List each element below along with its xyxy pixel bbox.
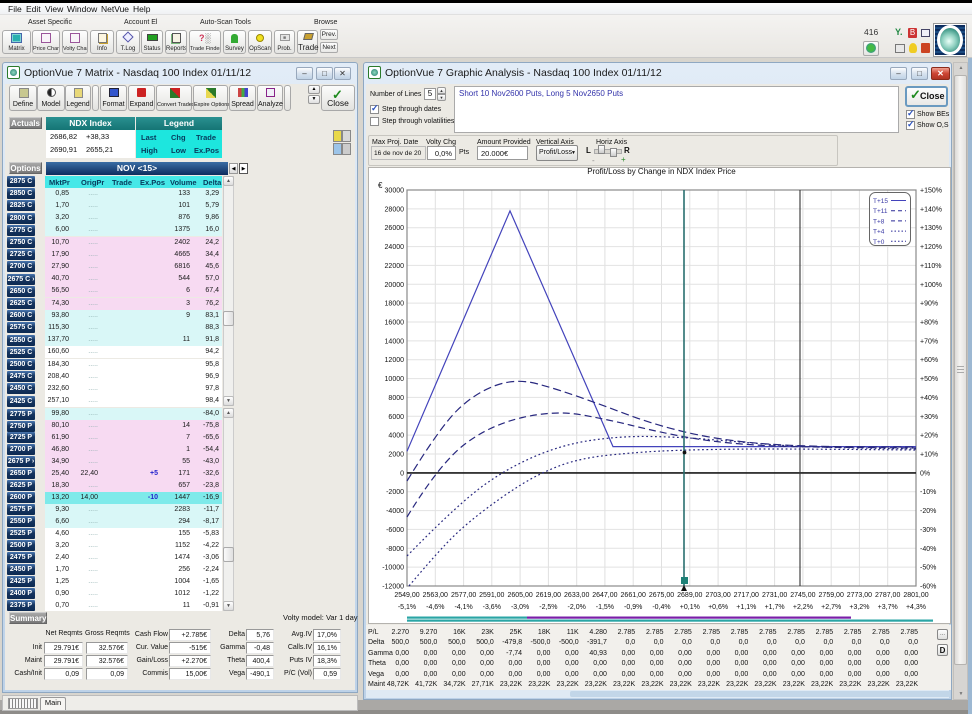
svg-text:+140%: +140% (920, 206, 942, 213)
svg-text:-8000: -8000 (386, 546, 404, 553)
svg-text:Profit/Loss by Change in NDX I: Profit/Loss by Change in NDX Index Price (587, 167, 736, 176)
svg-text:-1,5%: -1,5% (596, 604, 614, 611)
svg-text:2605,00: 2605,00 (507, 592, 532, 599)
svg-text:20000: 20000 (385, 282, 405, 289)
svg-text:-40%: -40% (920, 546, 936, 553)
svg-text:€: € (378, 181, 383, 190)
svg-text:+60%: +60% (920, 357, 938, 364)
svg-text:+130%: +130% (920, 225, 942, 232)
svg-text:-50%: -50% (920, 565, 936, 572)
svg-text:2745,00: 2745,00 (790, 592, 815, 599)
svg-text:-3,6%: -3,6% (483, 604, 501, 611)
svg-text:28000: 28000 (385, 206, 405, 213)
svg-text:+80%: +80% (920, 320, 938, 327)
svg-text:2801,00: 2801,00 (903, 592, 928, 599)
svg-text:T+11: T+11 (873, 208, 888, 215)
svg-text:2773,00: 2773,00 (847, 592, 872, 599)
svg-text:+30%: +30% (920, 414, 938, 421)
svg-text:2563,00: 2563,00 (423, 592, 448, 599)
svg-text:-4,6%: -4,6% (426, 604, 444, 611)
svg-text:+1,1%: +1,1% (736, 604, 756, 611)
svg-text:18000: 18000 (385, 301, 405, 308)
svg-text:-30%: -30% (920, 527, 936, 534)
svg-text:+100%: +100% (920, 282, 942, 289)
svg-text:0%: 0% (920, 470, 930, 477)
svg-text:-20%: -20% (920, 508, 936, 515)
svg-text:2717,00: 2717,00 (734, 592, 759, 599)
svg-text:8000: 8000 (388, 395, 404, 402)
svg-text:+1,7%: +1,7% (765, 604, 785, 611)
svg-text:+40%: +40% (920, 395, 938, 402)
svg-text:14000: 14000 (385, 338, 405, 345)
svg-text:T+4: T+4 (873, 229, 885, 236)
svg-text:2759,00: 2759,00 (819, 592, 844, 599)
svg-text:+110%: +110% (920, 263, 941, 270)
svg-text:2633,00: 2633,00 (564, 592, 589, 599)
svg-text:-0,4%: -0,4% (652, 604, 670, 611)
svg-text:+20%: +20% (920, 433, 938, 440)
svg-text:12000: 12000 (385, 357, 405, 364)
svg-text:+90%: +90% (920, 301, 938, 308)
svg-text:2000: 2000 (388, 452, 404, 459)
svg-text:+2,2%: +2,2% (793, 604, 813, 611)
svg-text:-0,9%: -0,9% (624, 604, 642, 611)
svg-text:-12000: -12000 (382, 584, 404, 591)
svg-text:-60%: -60% (920, 584, 936, 591)
svg-text:T+15: T+15 (873, 198, 888, 205)
svg-text:16000: 16000 (385, 320, 405, 327)
svg-text:T+0: T+0 (873, 239, 885, 246)
svg-text:-4000: -4000 (386, 508, 404, 515)
svg-text:0: 0 (400, 470, 404, 477)
svg-text:+2,7%: +2,7% (821, 604, 841, 611)
svg-text:2661,00: 2661,00 (621, 592, 646, 599)
svg-text:30000: 30000 (385, 188, 405, 195)
svg-text:-3,0%: -3,0% (511, 604, 529, 611)
svg-text:-10000: -10000 (382, 565, 404, 572)
svg-text:+50%: +50% (920, 376, 938, 383)
svg-text:+0,1%: +0,1% (680, 604, 700, 611)
svg-text:26000: 26000 (385, 225, 405, 232)
svg-text:2703,00: 2703,00 (705, 592, 730, 599)
svg-text:-2,0%: -2,0% (568, 604, 586, 611)
svg-text:T+8: T+8 (873, 218, 885, 225)
svg-text:2731,00: 2731,00 (762, 592, 787, 599)
svg-text:+3,2%: +3,2% (849, 604, 869, 611)
svg-text:2577,00: 2577,00 (451, 592, 476, 599)
svg-text:-5,1%: -5,1% (398, 604, 416, 611)
svg-text:10000: 10000 (385, 376, 405, 383)
svg-text:2787,00: 2787,00 (875, 592, 900, 599)
svg-text:2689,00: 2689,00 (677, 592, 702, 599)
svg-text:2591,00: 2591,00 (479, 592, 504, 599)
svg-text:+120%: +120% (920, 244, 942, 251)
svg-text:4000: 4000 (388, 433, 404, 440)
svg-text:+70%: +70% (920, 338, 938, 345)
svg-text:-4,1%: -4,1% (454, 604, 472, 611)
svg-text:+4,3%: +4,3% (906, 604, 926, 611)
svg-text:-6000: -6000 (386, 527, 404, 534)
svg-text:24000: 24000 (385, 244, 405, 251)
svg-text:-2,5%: -2,5% (539, 604, 557, 611)
svg-text:-2000: -2000 (386, 489, 404, 496)
svg-text:+3,7%: +3,7% (878, 604, 898, 611)
svg-text:2647,00: 2647,00 (592, 592, 617, 599)
svg-text:2619,00: 2619,00 (536, 592, 561, 599)
svg-text:+150%: +150% (920, 188, 942, 195)
svg-text:2549,00: 2549,00 (394, 592, 419, 599)
svg-text:6000: 6000 (388, 414, 404, 421)
svg-text:+10%: +10% (920, 452, 938, 459)
svg-text:-10%: -10% (920, 489, 936, 496)
svg-text:2675,00: 2675,00 (649, 592, 674, 599)
svg-text:+0,6%: +0,6% (708, 604, 728, 611)
svg-text:22000: 22000 (385, 263, 405, 270)
